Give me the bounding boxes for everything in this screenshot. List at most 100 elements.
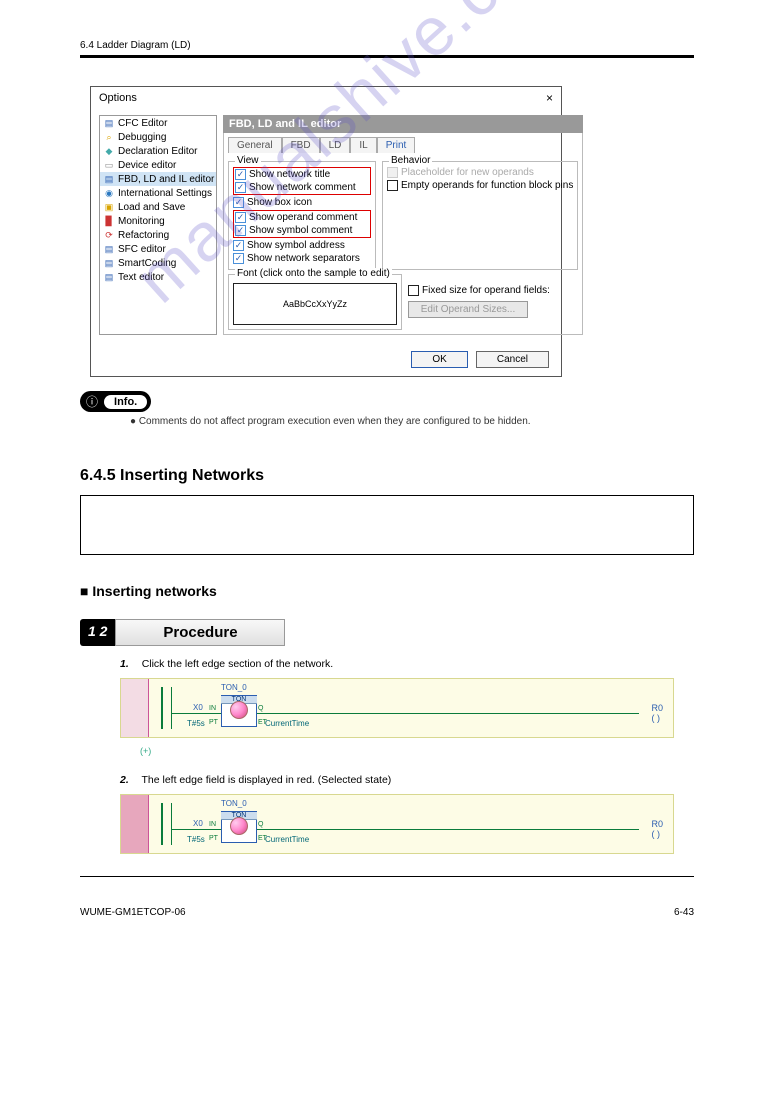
highlight-box-2: ✓Show operand comment ✓Show symbol comme… bbox=[233, 210, 371, 238]
procedure-number-icon: 1 2 bbox=[80, 619, 115, 646]
step-body: The left edge field is displayed in red.… bbox=[142, 774, 392, 786]
chk-network-title[interactable]: ✓Show network title bbox=[235, 168, 369, 181]
close-icon[interactable]: × bbox=[546, 91, 553, 105]
checkbox-icon bbox=[387, 180, 398, 191]
chk-symbol-comment[interactable]: ✓Show symbol comment bbox=[235, 224, 369, 237]
behavior-label: Behavior bbox=[389, 155, 432, 166]
chk-fixed-size[interactable]: Fixed size for operand fields: bbox=[408, 284, 578, 297]
options-dialog: Options × ▤CFC Editor ⌕Debugging ◆Declar… bbox=[90, 86, 562, 377]
smart-icon: ▤ bbox=[103, 257, 115, 269]
rail-2-icon bbox=[171, 803, 172, 845]
tab-general[interactable]: General bbox=[228, 137, 282, 153]
cat-sfc[interactable]: ▤SFC editor bbox=[100, 242, 216, 256]
tab-fbd[interactable]: FBD bbox=[282, 137, 320, 153]
cat-text[interactable]: ▤Text editor bbox=[100, 270, 216, 284]
doc-icon: ▤ bbox=[103, 117, 115, 129]
pt-value: T#5s bbox=[187, 835, 205, 844]
text-icon: ▤ bbox=[103, 271, 115, 283]
edit-operand-button: Edit Operand Sizes... bbox=[408, 301, 528, 318]
footer-rule bbox=[80, 876, 694, 877]
cat-monitor[interactable]: ▉Monitoring bbox=[100, 214, 216, 228]
info-badge: ⓘ Info. bbox=[80, 391, 151, 412]
pin-in: IN bbox=[209, 705, 216, 712]
power-rail-icon bbox=[161, 687, 163, 729]
cat-refactor[interactable]: ⟳Refactoring bbox=[100, 228, 216, 242]
contact-label: X0 bbox=[193, 819, 203, 828]
pin-in: IN bbox=[209, 821, 216, 828]
chk-placeholder: Placeholder for new operands bbox=[387, 166, 573, 179]
fbd-icon: ▤ bbox=[103, 173, 115, 185]
tab-il[interactable]: IL bbox=[350, 137, 376, 153]
info-icon: ⓘ bbox=[84, 393, 100, 410]
chk-network-separators[interactable]: ✓Show network separators bbox=[233, 252, 371, 265]
cancel-button[interactable]: Cancel bbox=[476, 351, 549, 368]
pin-pt: PT bbox=[209, 835, 218, 842]
chk-symbol-address[interactable]: ✓Show symbol address bbox=[233, 239, 371, 252]
subsection-heading: ■ Inserting networks bbox=[80, 583, 694, 599]
contact-label: X0 bbox=[193, 703, 203, 712]
breadcrumb: 6.4 Ladder Diagram (LD) bbox=[80, 40, 191, 51]
ok-button[interactable]: OK bbox=[411, 351, 467, 368]
highlight-box-1: ✓Show network title ✓Show network commen… bbox=[233, 167, 371, 195]
footer-doc-id: WUME-GM1ETCOP-06 bbox=[80, 907, 186, 918]
cat-smart[interactable]: ▤SmartCoding bbox=[100, 256, 216, 270]
font-label: Font (click onto the sample to edit) bbox=[235, 268, 392, 279]
checkbox-icon: ✓ bbox=[235, 182, 246, 193]
pin-pt: PT bbox=[209, 719, 218, 726]
behavior-group: Behavior Placeholder for new operands Em… bbox=[382, 161, 578, 270]
chk-empty-operands[interactable]: Empty operands for function block pins bbox=[387, 179, 573, 192]
cat-decl[interactable]: ◆Declaration Editor bbox=[100, 144, 216, 158]
cat-fbd[interactable]: ▤FBD, LD and IL editor bbox=[100, 172, 216, 186]
font-group: Font (click onto the sample to edit) AaB… bbox=[228, 274, 402, 330]
globe-icon: ◉ bbox=[103, 187, 115, 199]
rail-2-icon bbox=[171, 687, 172, 729]
cat-cfc[interactable]: ▤CFC Editor bbox=[100, 116, 216, 130]
pane-title: FBD, LD and IL editor bbox=[223, 115, 583, 133]
checkbox-icon: ✓ bbox=[233, 240, 244, 251]
view-label: View bbox=[235, 155, 261, 166]
font-sample[interactable]: AaBbCcXxYyZz bbox=[233, 283, 397, 325]
chk-box-icon[interactable]: ✓Show box icon bbox=[233, 196, 371, 209]
bug-icon: ⌕ bbox=[103, 131, 115, 143]
refactor-icon: ⟳ bbox=[103, 229, 115, 241]
cat-intl[interactable]: ◉International Settings bbox=[100, 186, 216, 200]
tab-ld[interactable]: LD bbox=[320, 137, 351, 153]
step-body: Click the left edge section of the netwo… bbox=[142, 658, 333, 670]
settings-pane: FBD, LD and IL editor General FBD LD IL … bbox=[223, 115, 583, 335]
tab-print[interactable]: Print bbox=[377, 137, 416, 153]
category-list[interactable]: ▤CFC Editor ⌕Debugging ◆Declaration Edit… bbox=[99, 115, 217, 335]
decl-icon: ◆ bbox=[103, 145, 115, 157]
timer-icon bbox=[230, 701, 248, 719]
chk-operand-comment[interactable]: ✓Show operand comment bbox=[235, 211, 369, 224]
step-number: 2. bbox=[120, 774, 129, 786]
procedure-header: 1 2 Procedure bbox=[80, 619, 694, 646]
network-margin[interactable] bbox=[121, 679, 149, 737]
et-value: CurrentTime bbox=[265, 719, 309, 728]
power-rail-icon bbox=[161, 803, 163, 845]
checkbox-icon bbox=[387, 167, 398, 178]
pin-q: Q bbox=[258, 705, 263, 712]
ladder-diagram-1: X0 T#5s TON_0 TON IN PT Q ET CurrentTime… bbox=[120, 678, 674, 738]
info-label: Info. bbox=[104, 395, 147, 409]
chk-network-comment[interactable]: ✓Show network comment bbox=[235, 181, 369, 194]
footer-page: 6-43 bbox=[674, 907, 694, 918]
save-icon: ▣ bbox=[103, 201, 115, 213]
timer-icon bbox=[230, 817, 248, 835]
sfc-icon: ▤ bbox=[103, 243, 115, 255]
coil-label: R0( ) bbox=[651, 703, 663, 723]
step-1: 1. Click the left edge section of the ne… bbox=[120, 658, 694, 670]
cat-loadsave[interactable]: ▣Load and Save bbox=[100, 200, 216, 214]
cat-debug[interactable]: ⌕Debugging bbox=[100, 130, 216, 144]
step-number: 1. bbox=[120, 658, 129, 670]
collapse-marker[interactable]: (+) bbox=[140, 746, 694, 756]
device-icon: ▭ bbox=[103, 159, 115, 171]
ladder-diagram-2: X0 T#5s TON_0 TON IN PT Q ET CurrentTime… bbox=[120, 794, 674, 854]
cat-device[interactable]: ▭Device editor bbox=[100, 158, 216, 172]
checkbox-icon: ✓ bbox=[235, 212, 246, 223]
et-value: CurrentTime bbox=[265, 835, 309, 844]
checkbox-icon: ✓ bbox=[233, 197, 244, 208]
section-heading: 6.4.5 Inserting Networks bbox=[80, 467, 694, 485]
info-text: ● Comments do not affect program executi… bbox=[130, 416, 694, 427]
step-2: 2. The left edge field is displayed in r… bbox=[120, 774, 694, 786]
network-margin-selected[interactable] bbox=[121, 795, 149, 853]
